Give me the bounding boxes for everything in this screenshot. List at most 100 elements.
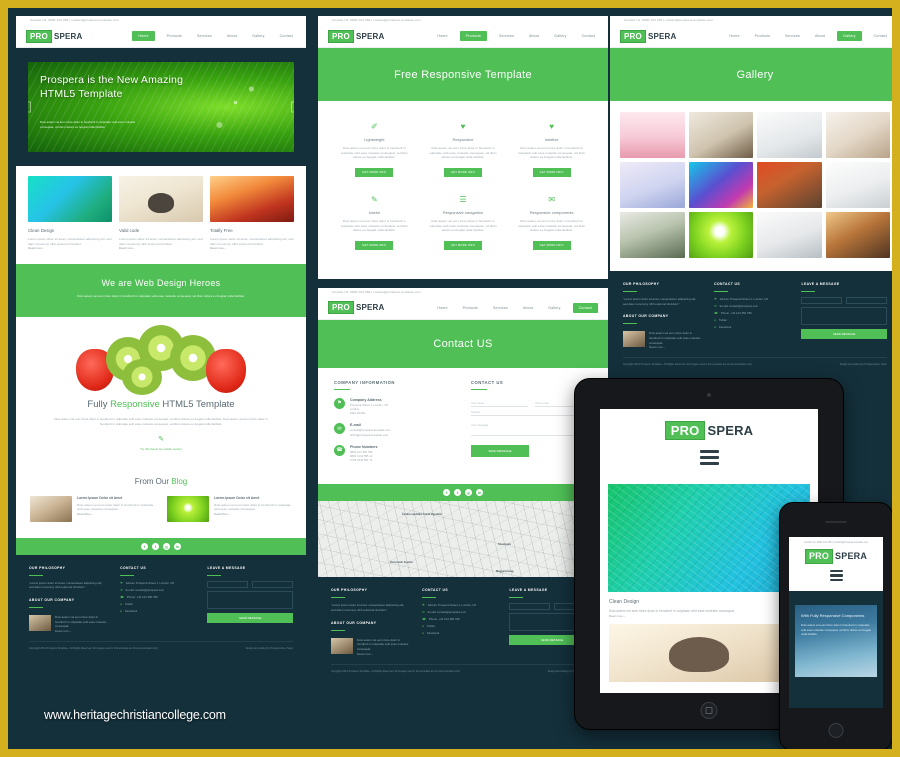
- footer-message-textarea[interactable]: [801, 307, 887, 325]
- card-read-more[interactable]: Read more ›: [28, 246, 112, 250]
- nav-item-services[interactable]: Services: [496, 32, 517, 40]
- nav-item-services[interactable]: Services: [490, 304, 511, 312]
- blog-post-read-more[interactable]: Read More ›: [214, 512, 292, 516]
- site-logo[interactable]: PRO SPERA: [328, 29, 385, 43]
- get-more-info-button[interactable]: GET MORE INFO: [443, 240, 483, 250]
- twitter-icon[interactable]: t: [454, 489, 461, 497]
- footer-about-title: ABOUT OUR COMPANY: [623, 314, 669, 319]
- linkedin-icon[interactable]: in: [174, 542, 181, 550]
- get-more-info-button[interactable]: GET MORE INFO: [532, 240, 571, 250]
- footer-send-button[interactable]: SEND MESSAGE: [801, 329, 887, 339]
- nav-item-gallery[interactable]: Gallery: [249, 32, 267, 40]
- gallery-image[interactable]: [757, 162, 822, 208]
- footer-send-button[interactable]: SEND MESSAGE: [207, 612, 293, 623]
- footer-about-more[interactable]: Read more ›: [649, 345, 701, 349]
- footer-about-more[interactable]: Read more ›: [357, 652, 409, 656]
- slider-next-arrow-icon[interactable]: ›: [291, 101, 294, 113]
- card-read-more[interactable]: Read more ›: [119, 246, 203, 250]
- site-logo[interactable]: PRO SPERA: [620, 29, 677, 43]
- nav-item-services[interactable]: Services: [782, 32, 803, 40]
- nav-item-contact[interactable]: Contact: [572, 302, 598, 313]
- footer-name-input[interactable]: [801, 297, 843, 304]
- footer-about-more[interactable]: Read more ›: [55, 629, 107, 633]
- nav-item-products[interactable]: Products: [459, 31, 487, 41]
- nav-item-contact[interactable]: Contact: [277, 32, 296, 40]
- gallery-image[interactable]: [825, 212, 890, 258]
- nav-item-about[interactable]: About: [224, 32, 240, 40]
- nav-item-gallery[interactable]: Gallery: [837, 31, 862, 41]
- blog-post[interactable]: Lorem Ipsum Dolor sit Amet Duis autem ve…: [30, 495, 155, 522]
- footer-contact-item[interactable]: ● Facebook: [714, 325, 788, 329]
- card-read-more[interactable]: Read more ›: [210, 246, 294, 250]
- nav-item-home[interactable]: Home: [434, 304, 450, 312]
- location-map[interactable]: Česká republika Czech Republic Slovensko…: [318, 501, 608, 578]
- linkedin-icon[interactable]: in: [476, 489, 483, 497]
- phone-home-button[interactable]: [828, 723, 844, 738]
- feature-card[interactable]: Totally Free Lorem ipsum dolor sit amet,…: [210, 176, 294, 250]
- footer-name-input[interactable]: [207, 580, 249, 588]
- googleplus-icon[interactable]: g: [163, 542, 170, 550]
- footer-contact-item[interactable]: ● Facebook: [120, 609, 194, 613]
- site-logo[interactable]: PRO SPERA: [789, 549, 883, 564]
- gallery-image[interactable]: [620, 162, 685, 208]
- gallery-image[interactable]: [688, 212, 753, 258]
- map-roads: [318, 501, 608, 578]
- get-more-info-button[interactable]: GET MORE INFO: [532, 167, 571, 177]
- footer-contact-item: ☎ Phone: +44 123 456 789: [422, 617, 460, 622]
- top-utility-bar: Contact Us: 0800 123 456 | contact@prosp…: [318, 16, 608, 25]
- footer-message-textarea[interactable]: [207, 590, 293, 609]
- contact-name-input[interactable]: Your name: [471, 398, 528, 407]
- get-more-info-button[interactable]: GET MORE INFO: [443, 167, 483, 177]
- gallery-image[interactable]: [825, 162, 890, 208]
- hamburger-menu-icon[interactable]: [829, 570, 843, 581]
- facebook-icon[interactable]: f: [141, 542, 148, 550]
- nav-item-about[interactable]: About: [812, 32, 828, 40]
- footer-contact-item[interactable]: ● Twitter: [120, 602, 194, 606]
- nav-item-contact[interactable]: Contact: [579, 32, 598, 40]
- footer-philosophy-title: OUR PHILOSOPHY: [29, 565, 66, 570]
- contact-send-button[interactable]: SEND MESSAGE: [471, 444, 529, 457]
- tablet-home-button[interactable]: [700, 702, 718, 719]
- blog-post[interactable]: Lorem Ipsum Dolor sit Amet Duis autem ve…: [167, 495, 292, 522]
- gallery-image[interactable]: [688, 162, 753, 208]
- footer-contact-item[interactable]: ● Twitter: [422, 624, 496, 628]
- nav-item-products[interactable]: Products: [460, 304, 481, 312]
- nav-item-products[interactable]: Products: [164, 32, 185, 40]
- nav-item-home[interactable]: Home: [434, 32, 450, 40]
- googleplus-icon[interactable]: g: [465, 489, 472, 497]
- site-logo[interactable]: PRO SPERA: [600, 421, 818, 440]
- get-more-info-button[interactable]: GET MORE INFO: [355, 167, 394, 177]
- gallery-image[interactable]: [620, 112, 685, 158]
- nav-item-about[interactable]: About: [520, 304, 536, 312]
- gallery-image[interactable]: [757, 112, 822, 158]
- blog-post-read-more[interactable]: Read More ›: [77, 512, 155, 516]
- footer-contact-item[interactable]: ● Facebook: [422, 631, 496, 635]
- gallery-image[interactable]: [757, 212, 822, 258]
- footer-credit: Design and coding by Prospera Dev. Team: [839, 363, 887, 367]
- gallery-image[interactable]: [825, 112, 890, 158]
- twitter-icon[interactable]: t: [152, 542, 159, 550]
- slider-prev-arrow-icon[interactable]: ‹: [28, 101, 31, 113]
- nav-item-services[interactable]: Services: [194, 32, 215, 40]
- footer-email-input[interactable]: [846, 297, 887, 304]
- nav-item-gallery[interactable]: Gallery: [545, 304, 563, 312]
- nav-item-home[interactable]: Home: [132, 31, 155, 41]
- nav-item-gallery[interactable]: Gallery: [551, 32, 569, 40]
- nav-item-products[interactable]: Products: [752, 32, 773, 40]
- get-more-info-button[interactable]: GET MORE INFO: [355, 240, 394, 250]
- nav-item-about[interactable]: About: [526, 32, 542, 40]
- footer-name-input[interactable]: [509, 603, 551, 611]
- footer-contact-item[interactable]: ● Twitter: [714, 318, 788, 322]
- gallery-image[interactable]: [620, 212, 685, 258]
- footer-email-input[interactable]: [252, 580, 293, 588]
- gallery-image[interactable]: [688, 112, 753, 158]
- site-logo[interactable]: PRO SPERA: [328, 301, 385, 315]
- nav-item-contact[interactable]: Contact: [871, 32, 890, 40]
- facebook-icon[interactable]: f: [443, 489, 450, 497]
- nav-item-home[interactable]: Home: [726, 32, 742, 40]
- hamburger-menu-icon[interactable]: [699, 450, 719, 465]
- mobile-version-link[interactable]: Try this theme for mobile version: [16, 447, 306, 451]
- feature-card[interactable]: Valid code Lorem ipsum dolor sit amet, c…: [119, 176, 203, 250]
- feature-card[interactable]: Clean Design Lorem ipsum dolor sit amet,…: [28, 176, 112, 250]
- site-logo[interactable]: PRO SPERA: [26, 29, 83, 43]
